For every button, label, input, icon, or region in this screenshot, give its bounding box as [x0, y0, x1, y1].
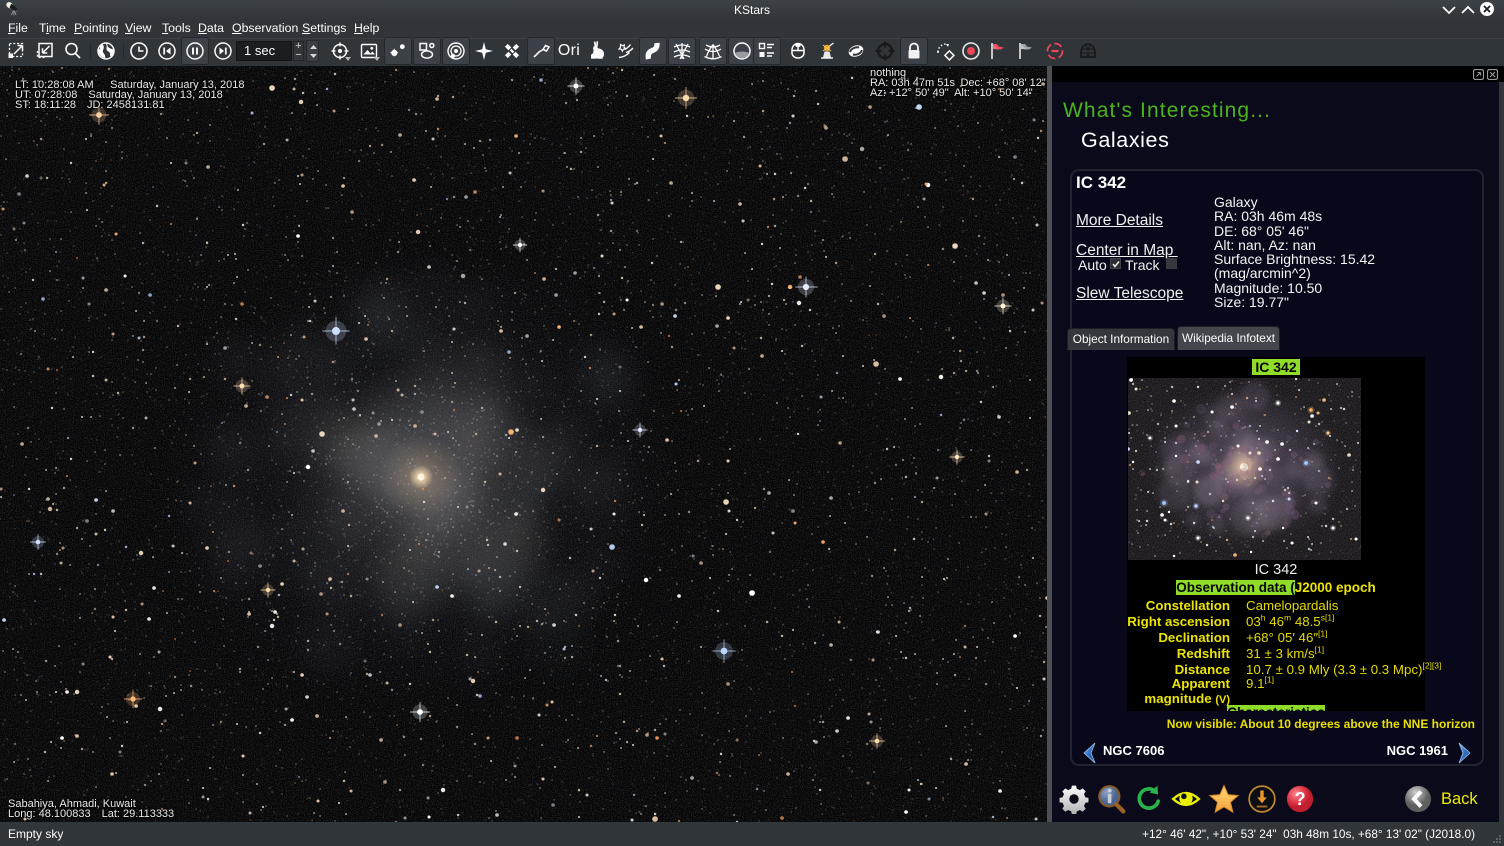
svg-text:?: ? — [1294, 789, 1305, 809]
